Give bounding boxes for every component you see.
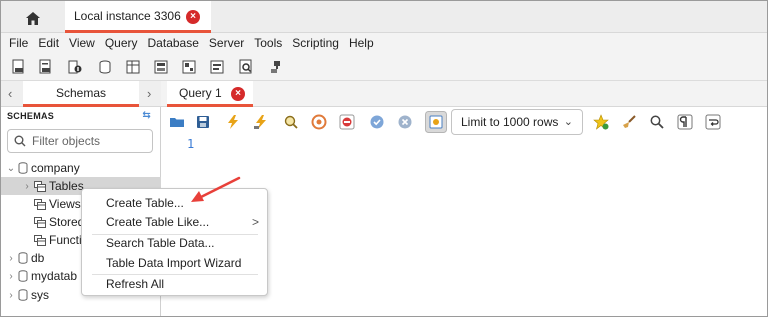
- tree-node-label: Tables: [49, 179, 84, 193]
- menu-item-search-table-data[interactable]: Search Table Data...: [82, 233, 267, 253]
- new-sql-tab-icon[interactable]: [11, 59, 27, 75]
- annotation-arrow-icon: [191, 176, 241, 202]
- inspector-icon[interactable]: [67, 59, 83, 75]
- tree-node-label: sys: [31, 288, 49, 302]
- app-window: Local instance 3306 × File Edit View Que…: [0, 0, 768, 317]
- menu-item-label: Search Table Data...: [106, 236, 215, 250]
- database-icon: [18, 289, 28, 301]
- menu-bar: File Edit View Query Database Server Too…: [1, 33, 767, 53]
- connection-tab-label: Local instance 3306: [74, 8, 181, 23]
- submenu-chevron-icon: >: [251, 215, 259, 229]
- menu-server[interactable]: Server: [209, 36, 244, 50]
- home-tab[interactable]: [19, 7, 47, 29]
- chevron-right-icon[interactable]: ›: [6, 253, 16, 264]
- close-icon[interactable]: ×: [231, 87, 245, 101]
- menu-item-label: Create Table Like...: [106, 215, 210, 229]
- tree-node-label: Views: [49, 197, 81, 211]
- beautify-broom-icon[interactable]: [621, 114, 637, 130]
- create-view-icon[interactable]: [153, 59, 169, 75]
- database-icon: [18, 162, 28, 174]
- menu-item-create-table-like[interactable]: Create Table Like... >: [82, 212, 267, 232]
- tree-node-label: Stored: [49, 215, 85, 229]
- filter-objects-input[interactable]: [32, 134, 142, 148]
- menu-tools[interactable]: Tools: [254, 36, 282, 50]
- invisible-characters-icon[interactable]: [677, 114, 693, 130]
- schemas-heading-label: SCHEMAS: [7, 111, 55, 121]
- search-table-data-icon[interactable]: [238, 59, 254, 75]
- database-icon: [18, 270, 28, 282]
- connection-tab[interactable]: Local instance 3306 ×: [65, 1, 211, 33]
- stop-icon[interactable]: [311, 114, 327, 130]
- table-icon: [34, 216, 46, 228]
- menu-item-table-data-import-wizard[interactable]: Table Data Import Wizard: [82, 253, 267, 273]
- wrap-lines-icon[interactable]: [705, 114, 721, 130]
- query-tab-bar: Query 1 ×: [161, 81, 767, 107]
- chevron-down-icon: ⌄: [563, 116, 573, 128]
- menu-scripting[interactable]: Scripting: [292, 36, 339, 50]
- menu-query[interactable]: Query: [105, 36, 138, 50]
- tree-node-company[interactable]: ⌄ company: [1, 159, 161, 177]
- database-icon: [18, 252, 28, 264]
- explain-icon[interactable]: [283, 114, 299, 130]
- tab-schemas[interactable]: Schemas: [23, 81, 139, 107]
- menu-database[interactable]: Database: [148, 36, 199, 50]
- chevron-down-icon[interactable]: ⌄: [6, 163, 16, 174]
- menu-item-label: Table Data Import Wizard: [106, 256, 242, 270]
- open-sql-script-icon[interactable]: [38, 59, 54, 75]
- menu-view[interactable]: View: [69, 36, 95, 50]
- menu-item-label: Refresh All: [106, 277, 165, 291]
- tree-node-label: db: [31, 251, 45, 265]
- refresh-icon[interactable]: ⇆: [142, 110, 151, 121]
- menu-help[interactable]: Help: [349, 36, 374, 50]
- rollback-icon[interactable]: [397, 114, 413, 130]
- save-icon[interactable]: [195, 114, 211, 130]
- query-tab-label: Query 1: [179, 85, 222, 100]
- chevron-right-icon[interactable]: ›: [6, 271, 16, 282]
- reconnect-icon[interactable]: [267, 59, 283, 75]
- menu-edit[interactable]: Edit: [38, 36, 59, 50]
- table-icon: [34, 198, 46, 210]
- table-icon: [34, 234, 46, 246]
- menu-item-refresh-all[interactable]: Refresh All: [82, 274, 267, 294]
- tree-node-label: mydatab: [31, 269, 78, 283]
- create-function-icon[interactable]: [209, 59, 225, 75]
- main-toolbar: [1, 53, 767, 81]
- table-icon: [34, 180, 46, 192]
- filter-objects-field[interactable]: [7, 129, 153, 153]
- find-replace-icon[interactable]: [649, 114, 665, 130]
- toggle-continue-on-error-icon[interactable]: [339, 114, 355, 130]
- limit-rows-value: Limit to 1000 rows: [461, 115, 559, 129]
- toggle-autocommit-icon[interactable]: [425, 111, 447, 133]
- search-icon: [14, 135, 26, 147]
- home-icon: [26, 11, 40, 25]
- tree-node-label: company: [31, 161, 80, 175]
- open-file-icon[interactable]: [169, 114, 185, 130]
- chevron-right-icon[interactable]: ›: [22, 181, 32, 192]
- chevron-right-icon[interactable]: ›: [147, 86, 151, 101]
- editor-line-number: 1: [187, 137, 195, 151]
- create-table-icon[interactable]: [125, 59, 141, 75]
- chevron-right-icon[interactable]: ›: [6, 290, 16, 301]
- connection-tab-bar: Local instance 3306 ×: [1, 1, 767, 33]
- menu-file[interactable]: File: [9, 36, 28, 50]
- create-schema-icon[interactable]: [97, 59, 113, 75]
- close-icon[interactable]: ×: [186, 10, 200, 24]
- add-snippet-star-icon[interactable]: [593, 114, 609, 130]
- commit-icon[interactable]: [369, 114, 385, 130]
- chevron-left-icon[interactable]: ‹: [8, 86, 12, 101]
- schemas-heading: SCHEMAS ⇆: [7, 110, 155, 125]
- create-procedure-icon[interactable]: [181, 59, 197, 75]
- sidebar-tab-bar: ‹ Schemas ›: [1, 81, 161, 107]
- execute-lightning-icon[interactable]: [225, 114, 241, 130]
- execute-current-statement-icon[interactable]: [253, 114, 269, 130]
- tab-query-1[interactable]: Query 1 ×: [167, 81, 253, 107]
- tree-node-label: Functi: [49, 233, 82, 247]
- menu-item-label: Create Table...: [106, 196, 184, 210]
- sql-editor-toolbar: Limit to 1000 rows ⌄: [161, 107, 767, 137]
- limit-rows-select[interactable]: Limit to 1000 rows ⌄: [451, 109, 583, 135]
